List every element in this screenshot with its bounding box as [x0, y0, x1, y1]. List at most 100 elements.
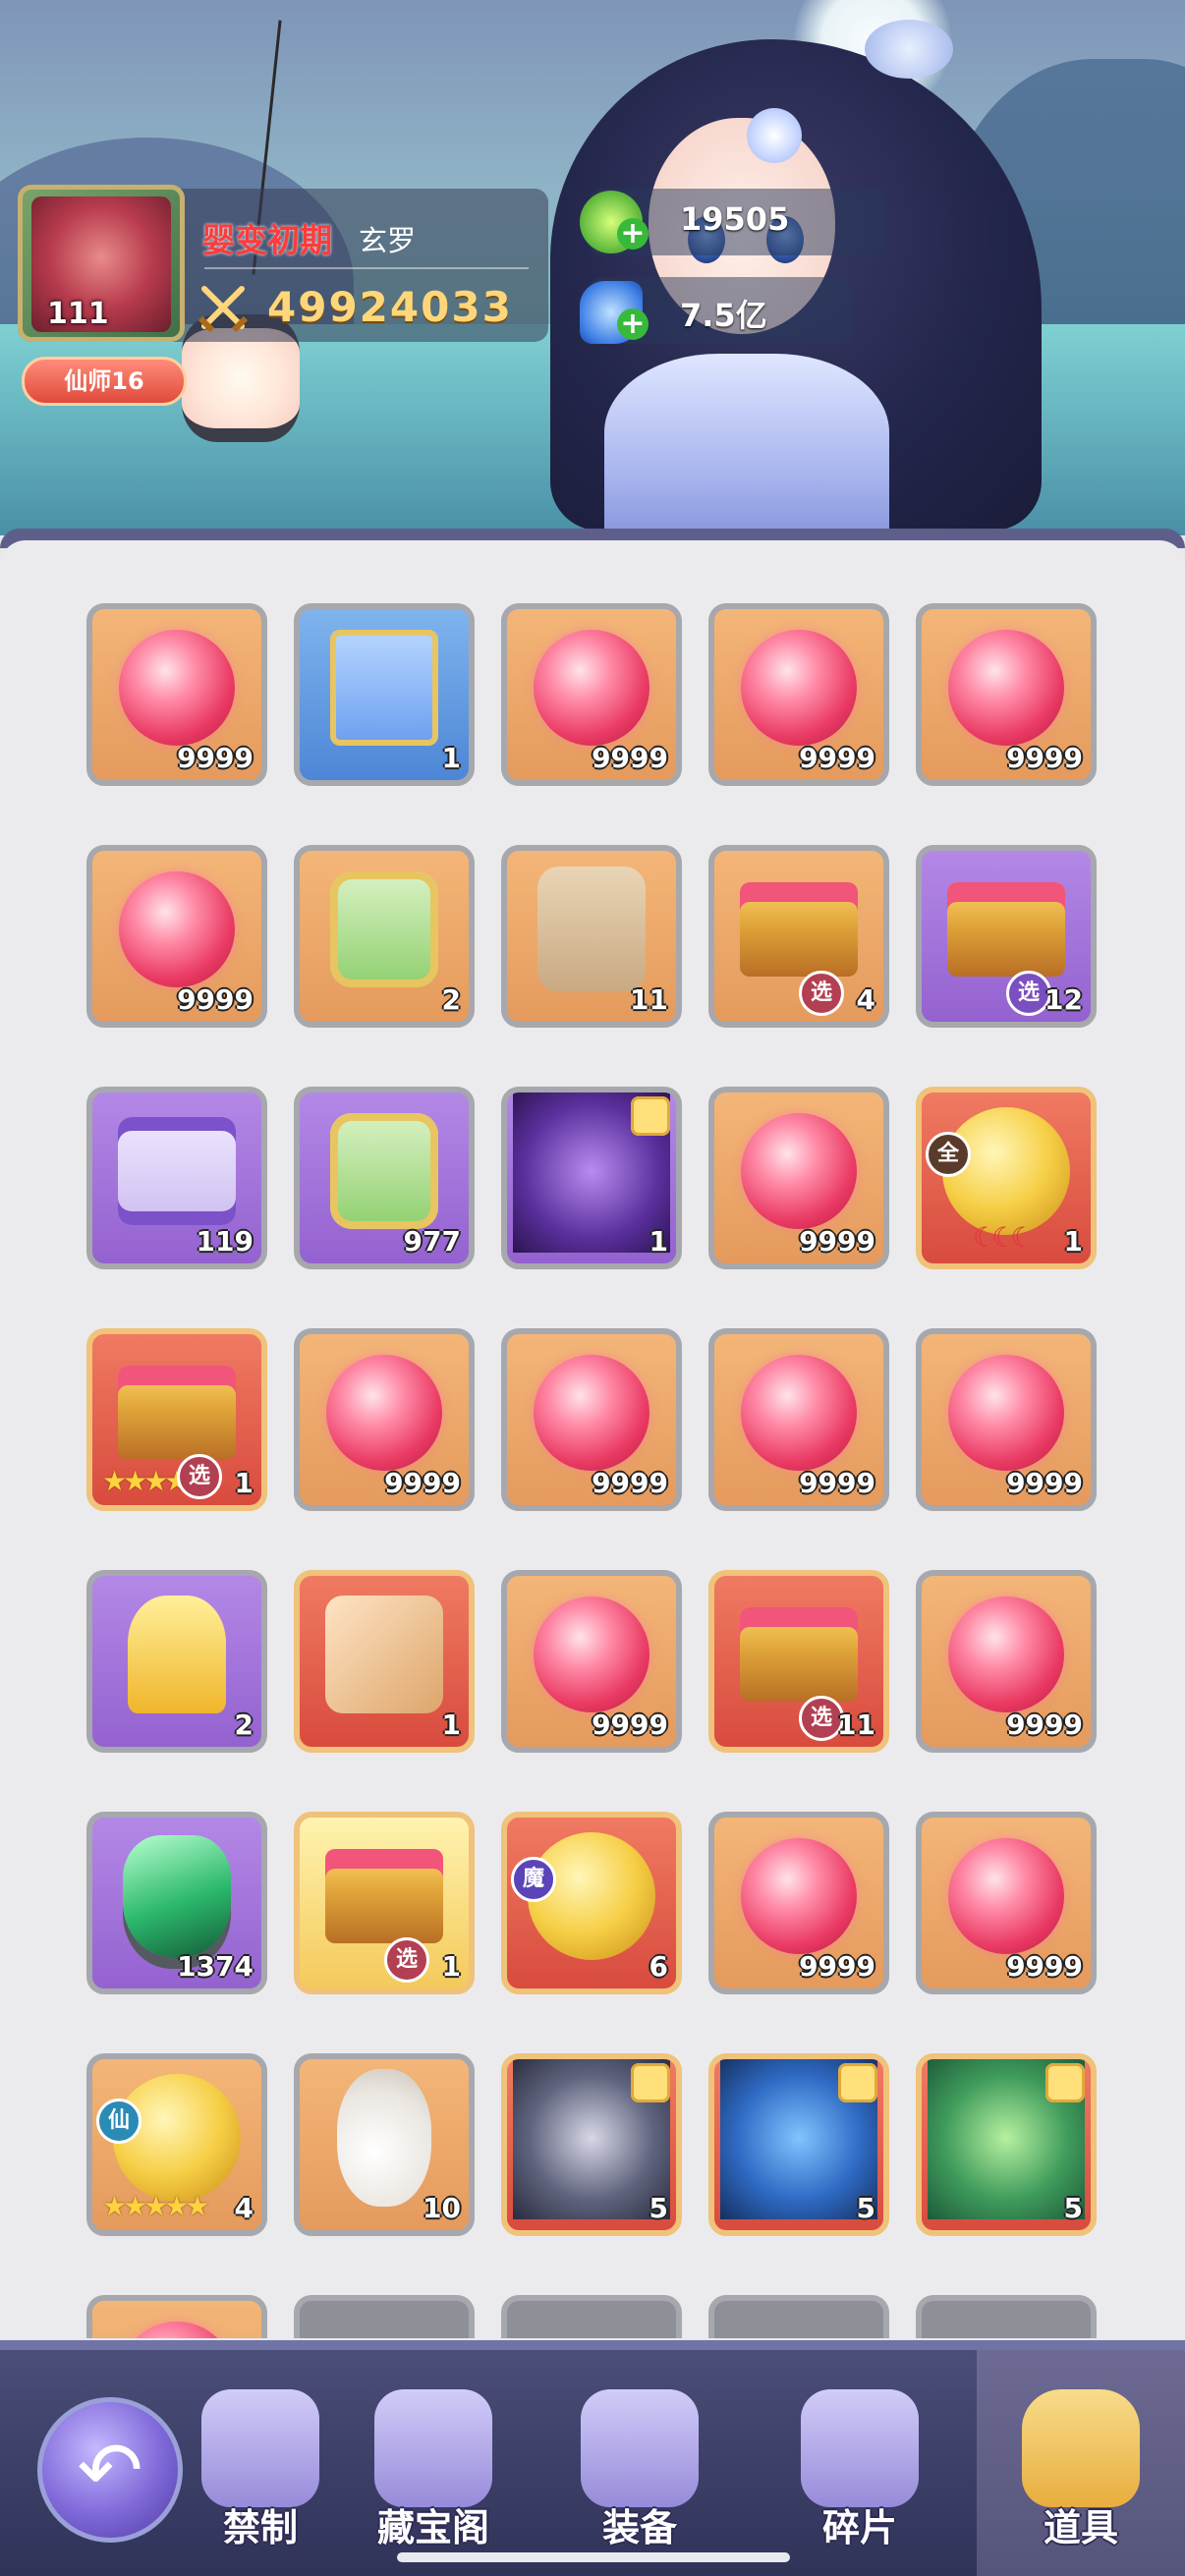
inventory-slot[interactable]: 9999: [916, 1328, 1097, 1511]
item-quantity: 2: [441, 983, 461, 1016]
inventory-slot[interactable]: 9999: [86, 845, 267, 1028]
inventory-slot[interactable]: 选 11: [708, 1570, 889, 1753]
inventory-slot[interactable]: 选 12: [916, 845, 1097, 1028]
add-jade-button[interactable]: +: [617, 218, 649, 250]
tab-items[interactable]: 道具: [977, 2350, 1185, 2576]
tab-label: 装备: [601, 2506, 677, 2549]
inventory-slot[interactable]: 5: [916, 2053, 1097, 2236]
item-quantity: 2: [234, 1708, 254, 1741]
inventory-slot[interactable]: 9999: [86, 603, 267, 786]
inventory-slot[interactable]: [294, 2295, 475, 2338]
dice-item-icon: [325, 1596, 443, 1714]
rank-badge: 仙师16: [22, 357, 187, 406]
crystal-amount: 7.5亿: [680, 297, 767, 334]
back-arrow-icon[interactable]: ↶: [37, 2397, 183, 2543]
scroll-item-icon: [118, 1117, 236, 1226]
inventory-slot[interactable]: 选4: [708, 845, 889, 1028]
home-indicator[interactable]: [397, 2552, 790, 2562]
item-quantity: 5: [856, 2192, 875, 2224]
inventory-slot[interactable]: 1: [501, 1087, 682, 1269]
item-quantity: 9999: [592, 742, 668, 774]
inventory-slot[interactable]: 9999: [916, 603, 1097, 786]
inventory-slot[interactable]: 1374: [86, 1812, 267, 1994]
character-body: [604, 354, 889, 535]
player-name: 玄罗: [359, 224, 417, 257]
chest-item-icon: [325, 1849, 443, 1944]
inventory-slot[interactable]: 9999: [501, 1328, 682, 1511]
inventory-slot[interactable]: 9999: [916, 1812, 1097, 1994]
inventory-slot[interactable]: 魔6: [501, 1812, 682, 1994]
hair-flower-icon: [747, 108, 802, 163]
tab-treasure-pavilion[interactable]: 藏宝阁: [330, 2350, 536, 2576]
inventory-slot[interactable]: 全 ☾☾☾ 1: [916, 1087, 1097, 1269]
inventory-slot[interactable]: 1: [294, 1570, 475, 1753]
inventory-slot[interactable]: 11: [501, 845, 682, 1028]
inventory-slot[interactable]: 2: [86, 1570, 267, 1753]
treasure-pavilion-icon: [374, 2389, 492, 2507]
puzzle-piece-icon: [1045, 2063, 1085, 2102]
crescent-rank-icon: ☾☾☾: [973, 1221, 1035, 1254]
items-bag-icon: [1022, 2389, 1140, 2507]
orb-item-icon: [741, 1355, 857, 1472]
inventory-slot[interactable]: [501, 2295, 682, 2338]
item-quantity: 12: [1044, 983, 1083, 1016]
equipment-icon: [581, 2389, 699, 2507]
inventory-slot[interactable]: 选1: [294, 1812, 475, 1994]
chest-item-icon: [947, 882, 1065, 978]
item-quantity: 977: [403, 1225, 461, 1258]
inventory-slot[interactable]: [86, 2295, 267, 2338]
inventory-slot[interactable]: 9999: [708, 1812, 889, 1994]
inventory-slot[interactable]: 仙 ★★★★★ 4: [86, 2053, 267, 2236]
inventory-slot[interactable]: [916, 2295, 1097, 2338]
puzzle-piece-icon: [631, 1096, 670, 1136]
selectable-badge: 选: [799, 971, 844, 1016]
star-rating: ★★★★: [102, 1465, 189, 1497]
item-quantity: 1: [649, 1225, 668, 1258]
combat-power-value: 49924033: [267, 283, 513, 331]
talisman-item-icon: [537, 867, 646, 993]
inventory-slot[interactable]: 5: [708, 2053, 889, 2236]
tab-equipment[interactable]: 装备: [536, 2350, 743, 2576]
shard-icon: [801, 2389, 919, 2507]
inventory-slot[interactable]: 10: [294, 2053, 475, 2236]
puzzle-piece-icon: [838, 2063, 877, 2102]
inventory-slot[interactable]: 5: [501, 2053, 682, 2236]
inventory-slot[interactable]: 977: [294, 1087, 475, 1269]
divider: [204, 267, 529, 269]
orb-item-icon: [948, 630, 1064, 747]
inventory-slot[interactable]: 1: [294, 603, 475, 786]
inventory-slot[interactable]: 9999: [708, 1328, 889, 1511]
inventory-slot[interactable]: 9999: [501, 1570, 682, 1753]
token-item-icon: [330, 1113, 438, 1230]
nav-divider: [0, 2340, 1185, 2350]
item-category-badge: 全: [926, 1132, 971, 1177]
item-quantity: 119: [196, 1225, 254, 1258]
inventory-slot[interactable]: 9999: [501, 603, 682, 786]
inventory-slot[interactable]: 9999: [708, 1087, 889, 1269]
book-item-icon: [330, 630, 438, 747]
inventory-slot[interactable]: 2: [294, 845, 475, 1028]
inventory-slot[interactable]: 9999: [294, 1328, 475, 1511]
item-quantity: 1374: [177, 1950, 254, 1983]
item-quantity: 5: [649, 2192, 668, 2224]
add-crystal-button[interactable]: +: [617, 308, 649, 340]
orb-item-icon: [948, 1355, 1064, 1472]
orb-item-icon: [119, 871, 235, 988]
item-quantity: 9999: [799, 1950, 875, 1983]
orb-item-icon: [741, 1838, 857, 1955]
selectable-badge: 选: [177, 1454, 222, 1499]
item-quantity: 9999: [1006, 1708, 1083, 1741]
puzzle-piece-icon: [631, 2063, 670, 2102]
inventory-slot[interactable]: 9999: [916, 1570, 1097, 1753]
inventory-slot[interactable]: [708, 2295, 889, 2338]
inventory-slot[interactable]: ★★★★ 选 1: [86, 1328, 267, 1511]
orb-item-icon: [948, 1838, 1064, 1955]
item-quantity: 9999: [799, 1225, 875, 1258]
inventory-grid: 9999 1 9999 9999 9999 9999 2 11 选 4 选 12 119 977 1 9999…: [0, 540, 1185, 2338]
item-quantity: 1: [441, 742, 461, 774]
inventory-slot[interactable]: 119: [86, 1087, 267, 1269]
crossed-swords-icon: [198, 286, 249, 333]
tab-shards[interactable]: 碎片: [757, 2350, 963, 2576]
item-quantity: 10: [423, 2192, 461, 2224]
inventory-slot[interactable]: 9999: [708, 603, 889, 786]
